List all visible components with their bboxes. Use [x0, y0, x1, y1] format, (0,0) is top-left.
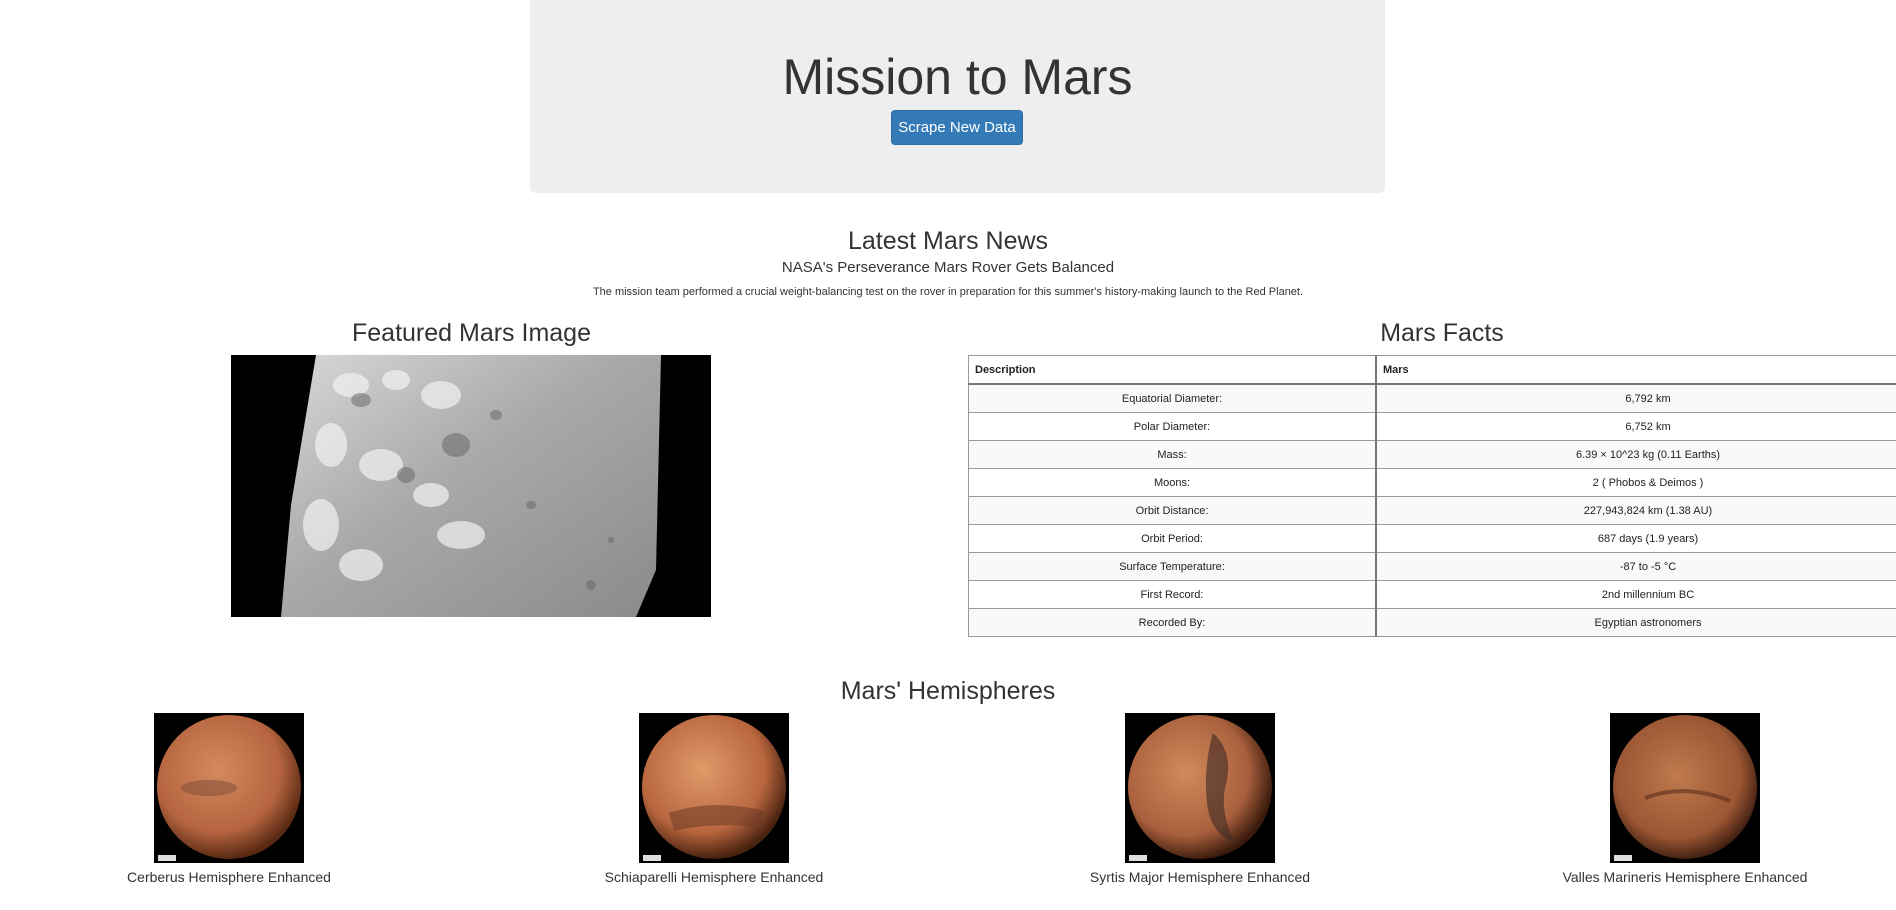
news-section-title: Latest Mars News — [847, 227, 1049, 255]
fact-value: 227,943,824 km (1.38 AU) — [1375, 496, 1896, 525]
table-row: Moons: 2 ( Phobos & Deimos ) — [968, 468, 1896, 497]
usgs-logo — [1614, 855, 1632, 861]
fact-description: Moons: — [968, 468, 1377, 497]
fact-value: 2 ( Phobos & Deimos ) — [1375, 468, 1896, 497]
table-row: Orbit Period: 687 days (1.9 years) — [968, 524, 1896, 553]
table-row: Polar Diameter: 6,752 km — [968, 412, 1896, 441]
fact-value: 6,752 km — [1375, 412, 1896, 441]
hemisphere-title: Schiaparelli Hemisphere Enhanced — [604, 869, 824, 885]
fact-description: Orbit Period: — [968, 524, 1377, 553]
fact-description: Polar Diameter: — [968, 412, 1377, 441]
hemisphere-image[interactable] — [1125, 713, 1275, 863]
fact-description: First Record: — [968, 580, 1377, 609]
hemisphere-card: Schiaparelli Hemisphere Enhanced — [564, 713, 864, 886]
usgs-logo — [1129, 855, 1147, 861]
fact-value: -87 to -5 °C — [1375, 552, 1896, 581]
fact-value: Egyptian astronomers — [1375, 608, 1896, 637]
featured-image-graphic — [231, 355, 711, 617]
fact-description: Recorded By: — [968, 608, 1377, 637]
table-row: Equatorial Diameter: 6,792 km — [968, 383, 1896, 413]
hemisphere-title: Cerberus Hemisphere Enhanced — [127, 869, 331, 885]
featured-image-section: Featured Mars Image — [0, 318, 943, 348]
mars-facts-table: Description Mars Equatorial Diameter: 6,7… — [968, 355, 1896, 637]
page-title: Mission to Mars — [782, 49, 1133, 105]
hemispheres-section-title: Mars' Hemispheres — [840, 677, 1056, 705]
hemisphere-image[interactable] — [1610, 713, 1760, 863]
table-row: Orbit Distance: 227,943,824 km (1.38 AU) — [968, 496, 1896, 525]
featured-image-title: Featured Mars Image — [352, 319, 591, 347]
hemisphere-title: Valles Marineris Hemisphere Enhanced — [1562, 869, 1808, 885]
fact-value: 687 days (1.9 years) — [1375, 524, 1896, 553]
fact-description: Equatorial Diameter: — [968, 383, 1377, 413]
usgs-logo — [158, 855, 176, 861]
table-row: Recorded By: Egyptian astronomers — [968, 608, 1896, 637]
featured-mars-image — [231, 355, 711, 617]
hemisphere-image[interactable] — [154, 713, 304, 863]
scrape-new-data-button[interactable]: Scrape New Data — [891, 110, 1023, 145]
hemisphere-card: Syrtis Major Hemisphere Enhanced — [1050, 713, 1350, 886]
hemisphere-title: Syrtis Major Hemisphere Enhanced — [1089, 869, 1311, 885]
table-row: Surface Temperature: -87 to -5 °C — [968, 552, 1896, 581]
table-header-row: Description Mars — [968, 355, 1896, 385]
mars-facts-title: Mars Facts — [1380, 319, 1504, 347]
mars-globe-graphic — [1613, 715, 1757, 859]
fact-value: 6.39 × 10^23 kg (0.11 Earths) — [1375, 440, 1896, 469]
column-header: Mars — [1375, 355, 1896, 385]
table-row: Mass: 6.39 × 10^23 kg (0.11 Earths) — [968, 440, 1896, 469]
mars-globe-graphic — [1128, 715, 1272, 859]
fact-value: 2nd millennium BC — [1375, 580, 1896, 609]
hemisphere-card: Cerberus Hemisphere Enhanced — [79, 713, 379, 886]
header-jumbotron: Mission to Mars Scrape New Data — [530, 0, 1385, 193]
column-header: Description — [968, 355, 1377, 385]
fact-description: Orbit Distance: — [968, 496, 1377, 525]
fact-description: Mass: — [968, 440, 1377, 469]
news-headline: NASA's Perseverance Mars Rover Gets Bala… — [781, 259, 1115, 276]
table-row: First Record: 2nd millennium BC — [968, 580, 1896, 609]
hemisphere-card: Valles Marineris Hemisphere Enhanced — [1535, 713, 1835, 886]
news-paragraph: The mission team performed a crucial wei… — [592, 286, 1304, 298]
mars-globe-graphic — [157, 715, 301, 859]
mars-facts-section: Mars Facts — [968, 318, 1896, 348]
fact-value: 6,792 km — [1375, 383, 1896, 413]
mars-globe-graphic — [642, 715, 786, 859]
usgs-logo — [643, 855, 661, 861]
hemisphere-image[interactable] — [639, 713, 789, 863]
fact-description: Surface Temperature: — [968, 552, 1377, 581]
